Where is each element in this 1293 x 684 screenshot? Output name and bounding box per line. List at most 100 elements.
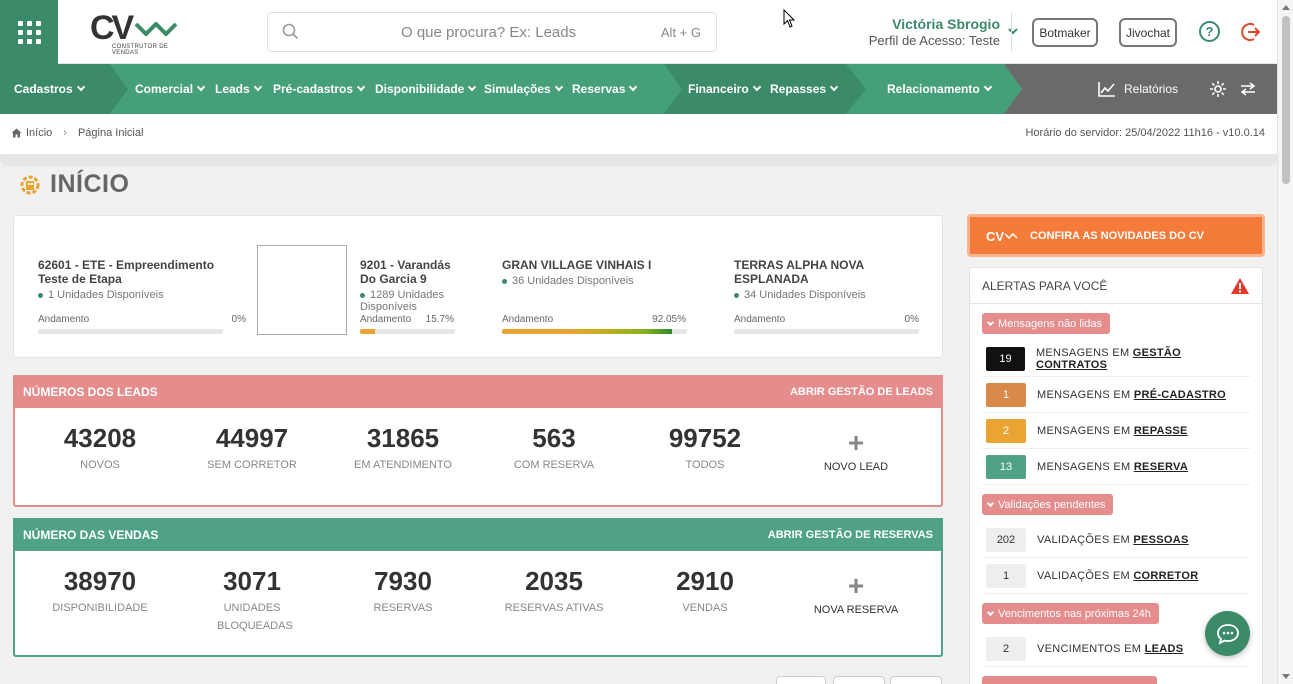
- page-scrollbar[interactable]: [1277, 0, 1293, 684]
- stat-unidades-bloqueadas[interactable]: 3071 UNIDADES BLOQUEADAS: [177, 566, 327, 635]
- chat-button[interactable]: [1205, 611, 1250, 656]
- progress-fill: [360, 329, 375, 334]
- scroll-down-icon[interactable]: [1282, 674, 1290, 679]
- stat-novos[interactable]: 43208 NOVOS: [25, 423, 175, 474]
- logo[interactable]: CV CONSTRUTOR DE VENDAS: [90, 11, 185, 56]
- alert-text: MENSAGENS EM GESTÃO CONTRATOS: [1036, 347, 1250, 371]
- stat-em-atendimento[interactable]: 31865 EM ATENDIMENTO: [328, 423, 478, 474]
- logout-icon[interactable]: [1240, 21, 1262, 43]
- leads-card: NÚMEROS DOS LEADS ABRIR GESTÃO DE LEADS …: [13, 375, 943, 507]
- alert-text: VENCIMENTOS EM LEADS: [1037, 643, 1183, 655]
- nav-cadastros[interactable]: Cadastros: [14, 64, 85, 114]
- page-title-block: INÍCIO: [18, 170, 129, 199]
- open-leads-management-link[interactable]: ABRIR GESTÃO DE LEADS: [790, 386, 933, 398]
- nav-pre-cadastros[interactable]: Pré-cadastros: [273, 64, 366, 114]
- alert-link[interactable]: RESERVA: [1134, 461, 1188, 473]
- alert-count: 1: [986, 382, 1026, 407]
- help-button[interactable]: ?: [1199, 21, 1220, 42]
- project-name: GRAN VILLAGE VINHAIS I: [502, 258, 652, 272]
- alert-row[interactable]: 202 VALIDAÇÕES EM PESSOAS: [982, 522, 1250, 558]
- nav-comercial[interactable]: Comercial: [135, 64, 206, 114]
- apps-menu-button[interactable]: [0, 0, 58, 64]
- search-shortcut: Alt + G: [660, 25, 701, 40]
- alert-link[interactable]: LEADS: [1145, 643, 1184, 655]
- botmaker-button[interactable]: Botmaker: [1032, 18, 1098, 47]
- stat-value: 31865: [366, 423, 440, 453]
- stat-disponibilidade[interactable]: 38970 DISPONIBILIDADE: [25, 566, 175, 617]
- breadcrumb: Início › Página Inicial: [11, 127, 143, 139]
- alert-row[interactable]: 13 MENSAGENS EM RESERVA: [982, 449, 1250, 485]
- period-button[interactable]: [776, 676, 826, 684]
- project-card[interactable]: TERRAS ALPHA NOVA ESPLANADA 34 Unidades …: [734, 258, 924, 334]
- user-menu[interactable]: Victória Sbrogio Perfil de Acesso: Teste: [820, 16, 1018, 48]
- progress-fill: [502, 329, 673, 334]
- nav-relacionamento-label: Relacionamento: [887, 82, 980, 96]
- open-reservations-management-link[interactable]: ABRIR GESTÃO DE RESERVAS: [768, 529, 933, 541]
- stat-label: COM RESERVA: [513, 459, 595, 471]
- mouse-cursor-icon: [783, 9, 796, 28]
- project-units-text: 34 Unidades Disponíveis: [744, 289, 866, 301]
- progress-label: Andamento: [734, 314, 786, 325]
- alerts-header: ALERTAS PARA VOCÊ: [970, 268, 1262, 304]
- leads-card-title: NÚMEROS DOS LEADS: [23, 384, 158, 399]
- project-image[interactable]: [257, 245, 347, 335]
- alert-group-toggle[interactable]: Vencimentos nas próximas 24h: [982, 603, 1159, 624]
- alert-group-toggle[interactable]: Validações pendentes: [982, 494, 1114, 515]
- alert-count: 2: [986, 636, 1026, 661]
- alert-group-label: Vencimentos nas próximas 24h: [998, 607, 1151, 620]
- period-button[interactable]: [890, 676, 942, 684]
- project-units-text: 1289 Unidades Disponíveis: [360, 289, 445, 313]
- stat-reservas-ativas[interactable]: 2035 RESERVAS ATIVAS: [479, 566, 629, 617]
- alert-link[interactable]: PESSOAS: [1133, 534, 1188, 546]
- alert-group-toggle[interactable]: [982, 676, 1157, 684]
- stat-label: EM ATENDIMENTO: [354, 459, 452, 471]
- breadcrumb-bar: Início › Página Inicial Horário do servi…: [0, 114, 1277, 154]
- page-title: INÍCIO: [50, 170, 130, 198]
- nav-pre-cadastros-label: Pré-cadastros: [273, 82, 354, 96]
- progress-value: 92.05%: [652, 314, 686, 325]
- stat-sem-corretor[interactable]: 44997 SEM CORRETOR: [177, 423, 327, 474]
- nav-reservas[interactable]: Reservas: [572, 64, 638, 114]
- nav-relatorios[interactable]: Relatórios: [1098, 64, 1178, 114]
- breadcrumb-home[interactable]: Início: [26, 127, 52, 139]
- gear-icon[interactable]: [1209, 80, 1227, 98]
- swap-icon[interactable]: [1240, 82, 1256, 96]
- stat-todos[interactable]: 99752 TODOS: [630, 423, 780, 474]
- projects-panel: 62601 - ETE - Empreendimento Teste de Et…: [13, 215, 943, 358]
- stat-label: NOVOS: [80, 459, 120, 471]
- nav-financeiro[interactable]: Financeiro: [688, 64, 761, 114]
- new-reservation-button[interactable]: + NOVA RESERVA: [781, 572, 931, 617]
- nav-repasses[interactable]: Repasses: [770, 64, 839, 114]
- alert-row[interactable]: 1 VALIDAÇÕES EM CORRETOR: [982, 558, 1250, 594]
- project-card[interactable]: 62601 - ETE - Empreendimento Teste de Et…: [38, 258, 246, 334]
- alert-row[interactable]: 1 MENSAGENS EM PRÉ-CADASTRO: [982, 377, 1250, 413]
- alert-link[interactable]: CORRETOR: [1133, 570, 1198, 582]
- search-input[interactable]: O que procura? Ex: Leads Alt + G: [267, 12, 717, 52]
- alert-row[interactable]: 2 MENSAGENS EM REPASSE: [982, 413, 1250, 449]
- stat-reservas[interactable]: 7930 RESERVAS: [328, 566, 478, 617]
- alert-group-toggle[interactable]: Mensagens não lidas: [982, 313, 1110, 334]
- scroll-up-icon[interactable]: [1282, 5, 1290, 10]
- news-button[interactable]: CV CONFIRA AS NOVIDADES DO CV: [967, 214, 1265, 257]
- search-placeholder: O que procura? Ex: Leads: [401, 24, 577, 41]
- nav-simulacoes[interactable]: Simulações: [484, 64, 563, 114]
- new-lead-button[interactable]: + NOVO LEAD: [781, 429, 931, 474]
- project-card[interactable]: 9201 - Varandás Do Garcia 9 1289 Unidade…: [360, 258, 460, 334]
- alert-row[interactable]: 19 MENSAGENS EM GESTÃO CONTRATOS: [982, 341, 1250, 377]
- stat-com-reserva[interactable]: 563 COM RESERVA: [479, 423, 629, 474]
- period-button[interactable]: [833, 676, 885, 684]
- stat-value: 43208: [63, 423, 137, 453]
- jivochat-button[interactable]: Jivochat: [1119, 18, 1177, 47]
- nav-disponibilidade[interactable]: Disponibilidade: [375, 64, 477, 114]
- nav-leads[interactable]: Leads: [215, 64, 262, 114]
- stat-vendas[interactable]: 2910 VENDAS: [630, 566, 780, 617]
- scrollbar-thumb[interactable]: [1282, 16, 1290, 184]
- alert-link[interactable]: REPASSE: [1134, 425, 1188, 437]
- nav-relacionamento[interactable]: Relacionamento: [887, 64, 992, 114]
- alert-link[interactable]: PRÉ-CADASTRO: [1134, 389, 1226, 401]
- project-card[interactable]: GRAN VILLAGE VINHAIS I 36 Unidades Dispo…: [502, 258, 692, 334]
- main-nav: Cadastros Comercial Leads Pré-cadastros …: [0, 64, 1277, 114]
- chevron-right-icon: ›: [63, 127, 67, 139]
- breadcrumb-current: Página Inicial: [77, 127, 144, 139]
- stat-value: 563: [532, 423, 576, 453]
